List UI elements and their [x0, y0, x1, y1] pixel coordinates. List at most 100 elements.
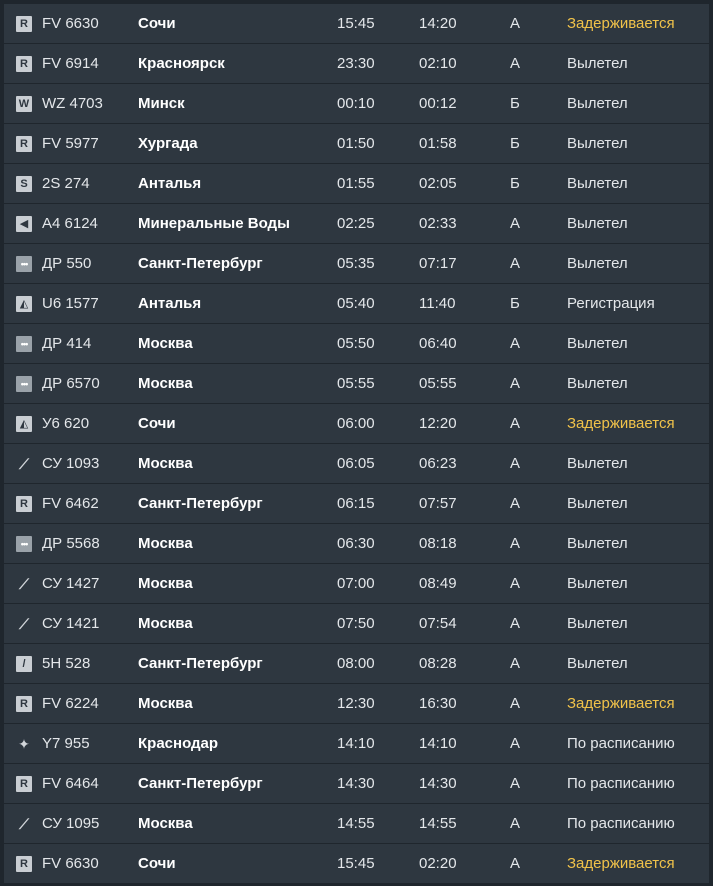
airline-logo-icon: •••	[16, 256, 32, 272]
scheduled-time: 00:10	[337, 95, 375, 112]
terminal: A	[510, 735, 521, 752]
flight-row[interactable]: ⟋ СУ 1095 Москва 14:55 14:55 A По расписанию	[4, 804, 709, 843]
actual-time: 11:40	[419, 295, 456, 312]
airline-logo-icon: ◀	[16, 216, 32, 232]
scheduled-time: 05:50	[337, 335, 375, 352]
terminal: A	[510, 615, 521, 632]
actual-time: 16:30	[419, 695, 457, 712]
flight-number: ДР 6570	[42, 375, 100, 392]
actual-time: 01:58	[419, 135, 457, 152]
flight-row[interactable]: / 5H 528 Санкт-Петербург 08:00 08:28 A Вылетел	[4, 644, 709, 683]
actual-time: 07:57	[419, 495, 457, 512]
flight-row[interactable]: R FV 6914 Красноярск 23:30 02:10 A Вылетел	[4, 44, 709, 83]
airline-logo-icon: ⟋	[19, 576, 29, 592]
flight-status: Задерживается	[567, 855, 675, 872]
flight-row[interactable]: R FV 5977 Хургада 01:50 01:58 Б Вылетел	[4, 124, 709, 163]
airline-logo-icon: •••	[16, 536, 32, 552]
flight-status: Вылетел	[567, 55, 628, 72]
terminal: A	[510, 695, 521, 712]
destination: Москва	[138, 695, 193, 712]
flight-number: FV 6914	[42, 55, 99, 72]
destination: Санкт-Петербург	[138, 495, 263, 512]
destination: Анталья	[138, 295, 202, 312]
flight-number: 5H 528	[42, 655, 91, 672]
flight-row[interactable]: ⟋ СУ 1421 Москва 07:50 07:54 A Вылетел	[4, 604, 709, 643]
flight-number: ДР 5568	[42, 535, 100, 552]
flight-row[interactable]: ••• ДР 414 Москва 05:50 06:40 A Вылетел	[4, 324, 709, 363]
flight-number: СУ 1095	[42, 815, 100, 832]
flight-number: A4 6124	[42, 215, 98, 232]
flight-row[interactable]: ••• ДР 5568 Москва 06:30 08:18 A Вылетел	[4, 524, 709, 563]
scheduled-time: 01:55	[337, 175, 375, 192]
terminal: A	[510, 855, 521, 872]
airline-logo-icon: S	[16, 176, 32, 192]
flight-row[interactable]: ⟋ СУ 1093 Москва 06:05 06:23 A Вылетел	[4, 444, 709, 483]
terminal: A	[510, 455, 521, 472]
scheduled-time: 14:10	[337, 735, 375, 752]
flight-row[interactable]: ✦ Y7 955 Краснодар 14:10 14:10 A По расписанию	[4, 724, 709, 763]
flight-row[interactable]: ◭ У6 620 Сочи 06:00 12:20 A Задерживается	[4, 404, 709, 443]
flight-number: Y7 955	[42, 735, 90, 752]
flight-row[interactable]: R FV 6630 Сочи 15:45 14:20 A Задерживается	[4, 4, 709, 43]
airline-logo-icon: ◭	[16, 296, 32, 312]
flight-row[interactable]: ••• ДР 550 Санкт-Петербург 05:35 07:17 A Вылет…	[4, 244, 709, 283]
terminal: Б	[510, 175, 520, 192]
flight-status: Вылетел	[567, 95, 628, 112]
scheduled-time: 01:50	[337, 135, 375, 152]
terminal: A	[510, 575, 521, 592]
scheduled-time: 15:45	[337, 855, 375, 872]
flight-row[interactable]: R FV 6462 Санкт-Петербург 06:15 07:57 A Вылете…	[4, 484, 709, 523]
airline-logo-icon: R	[16, 496, 32, 512]
destination: Москва	[138, 455, 193, 472]
actual-time: 08:49	[419, 575, 457, 592]
flight-row[interactable]: ⟋ СУ 1427 Москва 07:00 08:49 A Вылетел	[4, 564, 709, 603]
destination: Москва	[138, 335, 193, 352]
flight-row[interactable]: R FV 6224 Москва 12:30 16:30 A Задерживается	[4, 684, 709, 723]
scheduled-time: 02:25	[337, 215, 375, 232]
destination: Минск	[138, 95, 185, 112]
flight-row[interactable]: S 2S 274 Анталья 01:55 02:05 Б Вылетел	[4, 164, 709, 203]
airline-logo-icon: ⟋	[19, 456, 29, 472]
scheduled-time: 08:00	[337, 655, 375, 672]
flight-status: Вылетел	[567, 535, 628, 552]
departures-board: R FV 6630 Сочи 15:45 14:20 A Задерживается R FV …	[0, 0, 713, 886]
flight-row[interactable]: ◭ U6 1577 Анталья 05:40 11:40 Б Регистрация	[4, 284, 709, 323]
flight-number: 2S 274	[42, 175, 90, 192]
airline-logo-icon: ⟋	[19, 616, 29, 632]
scheduled-time: 05:40	[337, 295, 375, 312]
scheduled-time: 14:30	[337, 775, 375, 792]
terminal: Б	[510, 135, 520, 152]
terminal: A	[510, 655, 521, 672]
flight-row[interactable]: ◀ A4 6124 Минеральные Воды 02:25 02:33 A Вылет…	[4, 204, 709, 243]
scheduled-time: 12:30	[337, 695, 375, 712]
terminal: A	[510, 15, 521, 32]
actual-time: 07:54	[419, 615, 457, 632]
terminal: A	[510, 415, 521, 432]
airline-logo-icon: /	[16, 656, 32, 672]
airline-logo-icon: R	[16, 16, 32, 32]
flight-status: Вылетел	[567, 495, 628, 512]
flight-status: Задерживается	[567, 15, 675, 32]
airline-logo-icon: ⟋	[19, 816, 29, 832]
flight-number: ДР 550	[42, 255, 92, 272]
destination: Санкт-Петербург	[138, 255, 263, 272]
flight-number: СУ 1093	[42, 455, 100, 472]
flight-number: WZ 4703	[42, 95, 103, 112]
flight-number: FV 6630	[42, 855, 99, 872]
flight-row[interactable]: R FV 6630 Сочи 15:45 02:20 A Задерживается	[4, 844, 709, 883]
destination: Анталья	[138, 175, 202, 192]
destination: Москва	[138, 375, 193, 392]
destination: Санкт-Петербург	[138, 655, 263, 672]
flight-row[interactable]: W WZ 4703 Минск 00:10 00:12 Б Вылетел	[4, 84, 709, 123]
flight-status: Вылетел	[567, 135, 628, 152]
scheduled-time: 06:00	[337, 415, 375, 432]
flight-status: Вылетел	[567, 335, 628, 352]
flight-row[interactable]: R FV 6464 Санкт-Петербург 14:30 14:30 A По рас…	[4, 764, 709, 803]
destination: Минеральные Воды	[138, 215, 290, 232]
terminal: A	[510, 775, 521, 792]
scheduled-time: 06:05	[337, 455, 375, 472]
actual-time: 14:30	[419, 775, 457, 792]
actual-time: 02:20	[419, 855, 457, 872]
actual-time: 02:05	[419, 175, 457, 192]
flight-row[interactable]: ••• ДР 6570 Москва 05:55 05:55 A Вылетел	[4, 364, 709, 403]
